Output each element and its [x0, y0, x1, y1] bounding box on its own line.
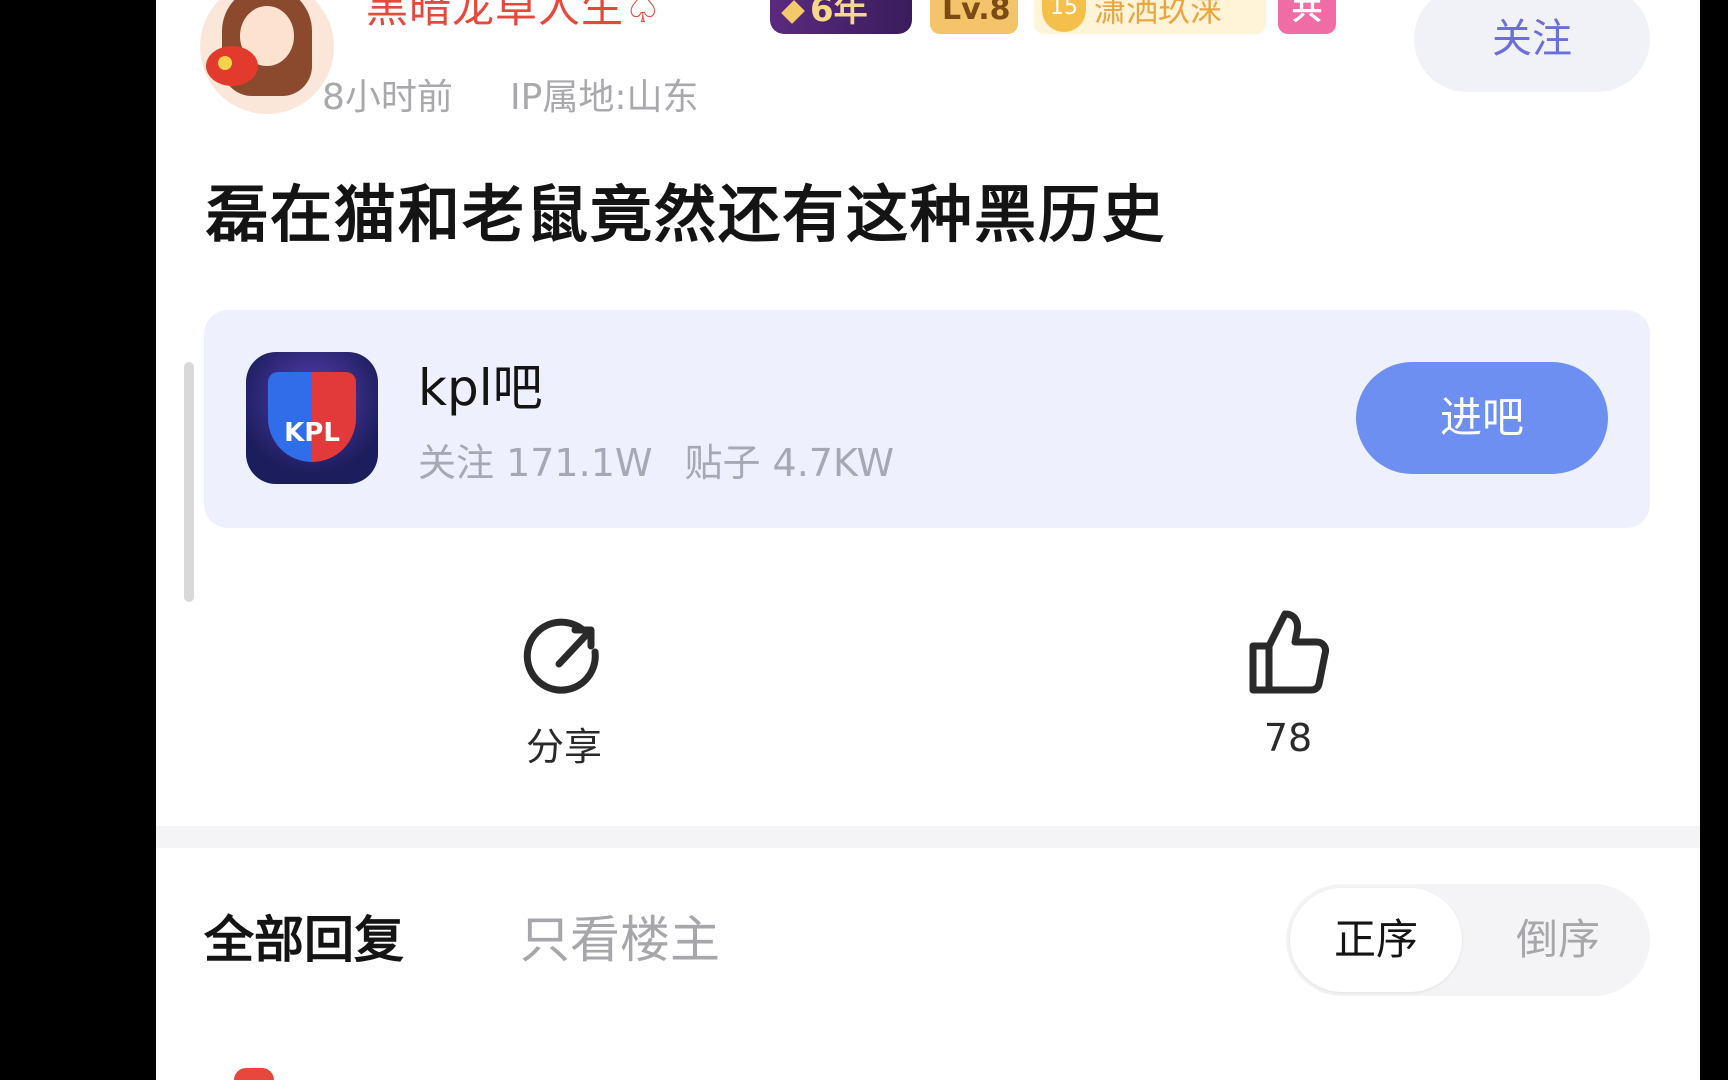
forum-logo-text: KPL: [284, 418, 340, 448]
tab-op-only[interactable]: 只看楼主: [520, 900, 720, 972]
follow-button[interactable]: 关注: [1414, 0, 1650, 92]
title-badge-label: 潇洒玖涞: [1094, 0, 1223, 29]
post-title: 磊在猫和老鼠竟然还有这种黑历史: [206, 178, 1167, 251]
years-badge: 6年: [770, 0, 912, 34]
author-avatar[interactable]: [200, 0, 334, 114]
forum-card[interactable]: KPL kpl吧 关注 171.1W 贴子 4.7KW 进吧: [204, 310, 1650, 528]
sort-descending-button[interactable]: 倒序: [1470, 888, 1646, 992]
forum-name[interactable]: kpl吧: [418, 348, 543, 420]
forum-logo[interactable]: KPL: [246, 352, 378, 484]
share-label: 分享: [525, 725, 602, 769]
section-divider: [156, 826, 1700, 848]
tab-all-replies[interactable]: 全部回复: [204, 900, 404, 972]
post-time: 8小时前: [322, 77, 453, 118]
level-badge: Lv.8: [930, 0, 1018, 34]
sort-toggle: 正序 倒序: [1286, 884, 1650, 996]
years-badge-label: 6年: [810, 0, 868, 30]
co-badge: 共: [1278, 0, 1336, 34]
like-button[interactable]: 78: [1188, 606, 1388, 760]
ip-location: IP属地:山东: [510, 77, 699, 118]
share-icon: [523, 618, 599, 694]
post-panel: 黑暗龙卓人生♤ 6年 Lv.8 15 潇洒玖涞 共 8小时前 IP属地:山东 关注…: [156, 0, 1700, 1080]
scrollbar[interactable]: [184, 362, 194, 602]
enter-forum-button[interactable]: 进吧: [1356, 362, 1608, 474]
sort-ascending-button[interactable]: 正序: [1290, 888, 1462, 992]
forum-followers: 关注 171.1W: [418, 441, 653, 485]
author-name[interactable]: 黑暗龙卓人生♤: [366, 0, 663, 35]
title-badge: 15 潇洒玖涞: [1034, 0, 1266, 34]
forum-stats: 关注 171.1W 贴子 4.7KW: [418, 432, 894, 487]
forum-posts: 贴子 4.7KW: [684, 441, 895, 485]
thumbs-up-icon: [1249, 610, 1329, 694]
gem-icon: [781, 0, 805, 24]
shield-icon: 15: [1042, 0, 1086, 32]
next-reply-avatar[interactable]: [234, 1068, 274, 1080]
share-button[interactable]: 分享: [464, 616, 664, 771]
like-count: 78: [1263, 716, 1313, 760]
